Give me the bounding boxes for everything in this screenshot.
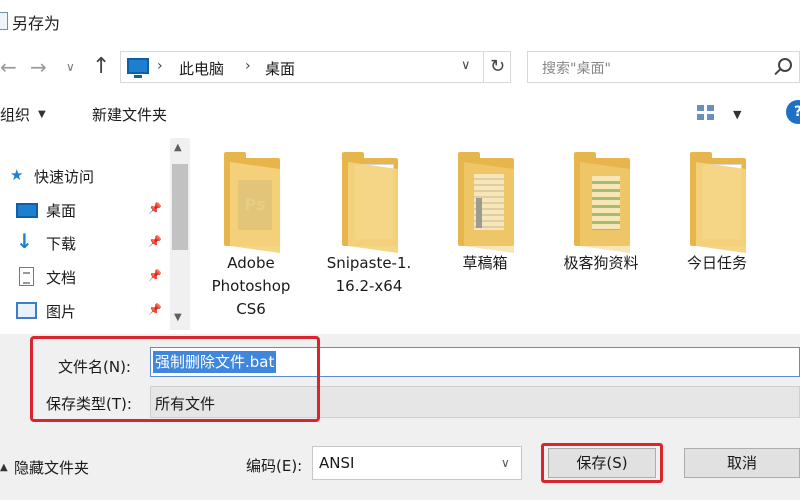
title-bar: [0, 0, 800, 44]
chevron-down-icon[interactable]: ∨: [501, 456, 510, 470]
pictures-icon: [16, 302, 37, 319]
sidebar-item-label: 图片: [46, 303, 77, 321]
file-item-drafts[interactable]: 草稿箱: [430, 138, 540, 328]
scroll-thumb[interactable]: [172, 164, 188, 250]
sidebar-item-label: 桌面: [46, 202, 77, 220]
encoding-select[interactable]: ANSI ∨: [312, 446, 522, 480]
photoshop-folder-icon: Ps: [224, 152, 280, 254]
file-name: Adobe Photoshop CS6: [211, 254, 291, 318]
search-placeholder: 搜索"桌面": [542, 61, 611, 77]
breadcrumb-separator-icon[interactable]: ›: [157, 58, 163, 74]
file-item-geekdog[interactable]: 极客狗资料: [546, 138, 656, 328]
pin-icon[interactable]: 📌: [148, 202, 162, 215]
this-pc-icon: [127, 58, 149, 78]
search-input[interactable]: 搜索"桌面": [527, 51, 800, 83]
sidebar-item-pictures[interactable]: 图片 📌: [0, 297, 170, 327]
recent-locations-chevron-icon[interactable]: ∨: [66, 60, 75, 74]
organize-button[interactable]: 组织: [0, 104, 30, 125]
file-list: Ps Adobe Photoshop CS6 Snipaste-1. 16.2-…: [190, 138, 800, 330]
breadcrumb-desktop[interactable]: 桌面: [265, 58, 295, 79]
file-item-today-tasks[interactable]: 今日任务: [662, 138, 772, 328]
collapse-caret-icon[interactable]: ▲: [0, 462, 8, 473]
pin-icon[interactable]: 📌: [148, 235, 162, 248]
nav-scrollbar[interactable]: ▲ ▼: [170, 138, 190, 330]
file-name: 草稿箱: [462, 254, 508, 272]
file-name: Snipaste-1. 16.2-x64: [326, 254, 412, 295]
file-name: 极客狗资料: [563, 254, 639, 272]
file-item-photoshop[interactable]: Ps Adobe Photoshop CS6: [196, 138, 306, 328]
window-title: 另存为: [12, 14, 61, 33]
sidebar-item-label: 快速访问: [34, 168, 95, 186]
star-icon: ★: [10, 166, 24, 184]
notepad-icon: [0, 12, 8, 30]
pin-icon[interactable]: 📌: [148, 303, 162, 316]
view-options-icon[interactable]: [697, 105, 715, 121]
back-arrow-icon[interactable]: ←: [0, 55, 17, 79]
sidebar-item-desktop[interactable]: 桌面 📌: [0, 196, 170, 226]
pin-icon[interactable]: 📌: [148, 269, 162, 282]
sidebar-item-documents[interactable]: 文档 📌: [0, 263, 170, 293]
cancel-button[interactable]: 取消: [684, 448, 800, 478]
breadcrumb-this-pc[interactable]: 此电脑: [179, 58, 224, 79]
view-caret-icon[interactable]: ▼: [733, 108, 741, 121]
annotation-highlight-box: [30, 336, 320, 422]
desktop-icon: [16, 203, 38, 218]
refresh-icon[interactable]: ↻: [483, 52, 511, 82]
breadcrumb-separator-icon[interactable]: ›: [245, 58, 251, 74]
forward-arrow-icon[interactable]: →: [30, 55, 47, 79]
sidebar-item-label: 下载: [46, 235, 77, 253]
encoding-value: ANSI: [319, 454, 355, 472]
search-icon[interactable]: [778, 58, 792, 72]
scroll-up-icon[interactable]: ▲: [174, 142, 182, 153]
annotation-highlight-box: [541, 443, 663, 483]
encoding-label: 编码(E):: [246, 457, 303, 475]
folder-icon: [342, 152, 398, 254]
sidebar-item-quick-access[interactable]: ★ 快速访问: [0, 162, 170, 192]
file-item-snipaste[interactable]: Snipaste-1. 16.2-x64: [314, 138, 424, 328]
navigation-pane: ★ 快速访问 桌面 📌 ↓ 下载 📌 文档 📌 图片 📌: [0, 138, 190, 330]
new-folder-button[interactable]: 新建文件夹: [92, 104, 167, 125]
hide-folders-button[interactable]: 隐藏文件夹: [14, 457, 89, 478]
sidebar-item-label: 文档: [46, 269, 77, 287]
organize-caret-icon[interactable]: ▼: [38, 109, 46, 120]
folder-icon: [458, 152, 514, 254]
sidebar-item-downloads[interactable]: ↓ 下载 📌: [0, 229, 170, 259]
scroll-down-icon[interactable]: ▼: [174, 312, 182, 323]
file-name: 今日任务: [686, 254, 747, 272]
document-icon: [19, 267, 34, 286]
address-bar[interactable]: › 此电脑 › 桌面 ∨ ↻: [120, 51, 511, 83]
help-icon[interactable]: ?: [786, 100, 800, 124]
folder-icon: [690, 152, 746, 254]
spreadsheet-folder-icon: [574, 152, 630, 254]
address-dropdown-icon[interactable]: ∨: [461, 58, 471, 73]
up-arrow-icon[interactable]: ↑: [92, 54, 110, 79]
download-icon: ↓: [16, 229, 33, 253]
